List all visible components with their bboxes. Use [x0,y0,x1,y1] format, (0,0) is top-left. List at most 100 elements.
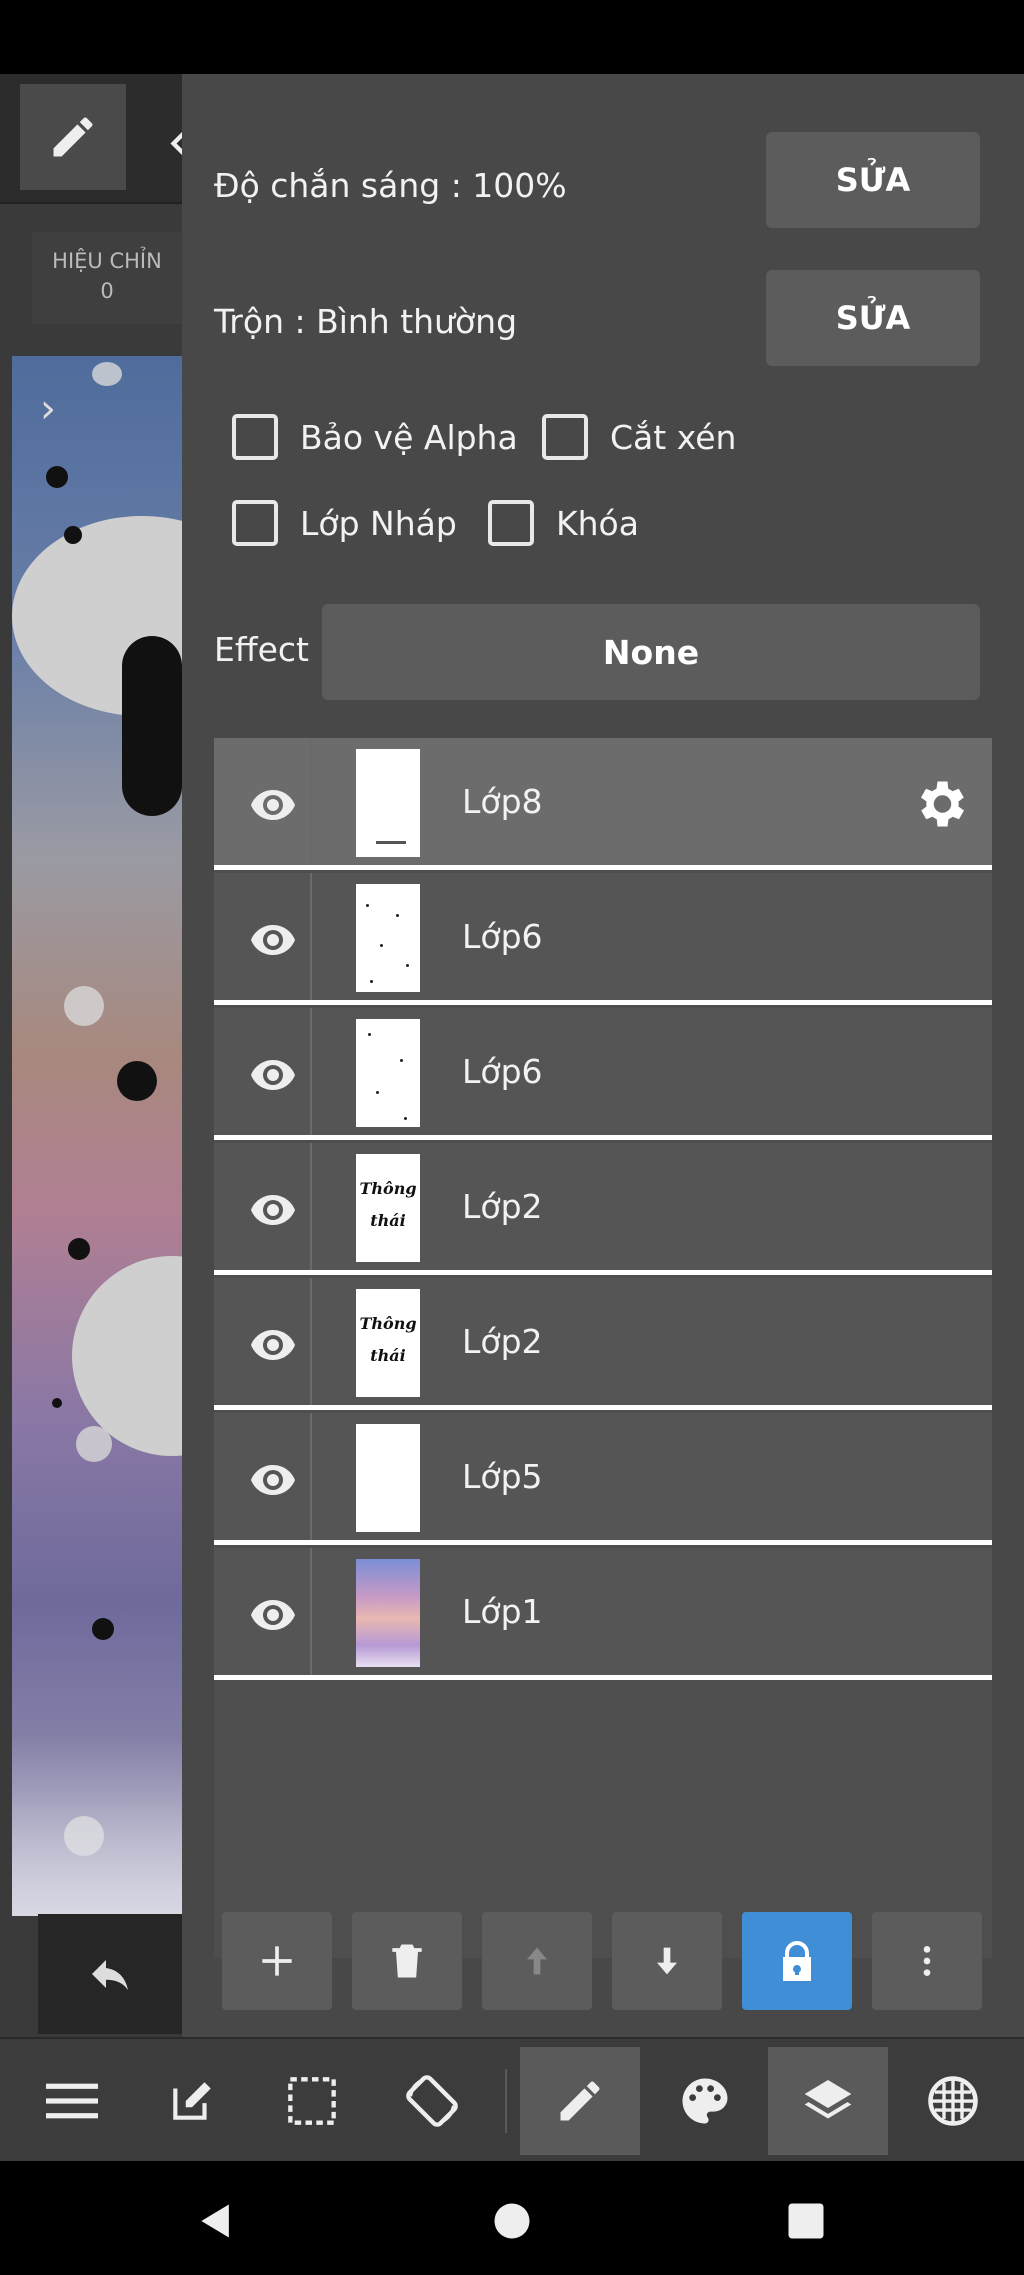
color-palette-button[interactable] [645,2047,765,2155]
visibility-toggle[interactable] [232,1451,314,1507]
visibility-toggle[interactable] [232,911,314,967]
artwork-dot [46,466,68,488]
eye-icon [251,1060,295,1090]
arrow-up-icon [527,1947,547,1975]
layer-thumbnail: Thông thái [356,1154,420,1262]
undo-icon [92,1960,128,1990]
layer-panel: Độ chắn sáng : 100% SỬA Trộn : Bình thườ… [182,74,1024,2037]
row-divider [310,1278,312,1405]
more-vert-icon [923,1946,931,1976]
back-button[interactable] [186,2191,246,2251]
row-divider [310,1548,312,1675]
trash-icon [392,1944,422,1978]
artwork-clouds [12,1736,182,1916]
add-layer-button[interactable] [222,1912,332,2010]
main-toolbar [0,2037,1024,2161]
pen-tool-button[interactable] [20,84,126,190]
thumb-dot [380,944,383,947]
protect-alpha-checkbox[interactable]: Bảo vệ Alpha [232,414,518,460]
thumb-text: Thông [359,1179,417,1198]
eye-icon [251,1465,295,1495]
checkbox-icon [232,414,278,460]
move-layer-down-button[interactable] [612,1912,722,2010]
layer-row[interactable]: Lớp1 [214,1548,992,1680]
edit-blend-button[interactable]: SỬA [766,270,980,366]
chevron-right-icon[interactable]: › [40,386,56,432]
layer-thumbnail: Thông thái [356,1289,420,1397]
layer-name: Lớp8 [462,782,543,821]
artwork-shape [122,636,182,816]
recents-icon [788,2203,824,2239]
tool-strip [0,74,214,204]
layer-row[interactable]: Lớp6 [214,873,992,1005]
layers-button[interactable] [768,2047,888,2155]
opacity-label: Độ chắn sáng : 100% [214,166,567,205]
clipping-checkbox[interactable]: Cắt xén [542,414,736,460]
layer-thumbnail [356,1019,420,1127]
protect-alpha-label: Bảo vệ Alpha [300,417,518,457]
lock-checkbox[interactable]: Khóa [488,500,639,546]
thumb-dot [370,980,373,983]
row-divider [310,1413,312,1540]
undo-button[interactable] [38,1914,182,2034]
canvas-area[interactable]: HIỆU CHỈN 0 › [0,74,214,2037]
correction-indicator[interactable]: HIỆU CHỈN 0 [32,232,182,324]
row-divider [310,1143,312,1270]
lock-layer-button[interactable] [742,1912,852,2010]
layer-actions-bar [222,1912,982,2010]
layer-row[interactable]: Lớp5 [214,1413,992,1545]
artwork-canvas[interactable]: › [12,356,182,1916]
recents-button[interactable] [776,2191,836,2251]
row-divider [310,873,312,1000]
grid-button[interactable] [893,2047,1013,2155]
edit-opacity-button[interactable]: SỬA [766,132,980,228]
visibility-toggle[interactable] [232,776,314,832]
effect-button[interactable]: None [322,604,980,700]
layer-row[interactable]: Lớp8 [214,738,992,870]
visibility-toggle[interactable] [232,1046,314,1102]
checkbox-icon [232,500,278,546]
visibility-toggle[interactable] [232,1316,314,1372]
edit-button[interactable] [132,2047,252,2155]
checkbox-icon [542,414,588,460]
rotate-canvas-button[interactable] [372,2047,492,2155]
selection-button[interactable] [252,2047,372,2155]
layer-list: Lớp8 Lớp6 Lớp6 Thông thái Lớp2 Thông thá… [214,738,992,1958]
layer-name: Lớp5 [462,1457,543,1496]
thumb-dot [404,1117,407,1120]
eye-icon [251,1330,295,1360]
home-icon [494,2203,530,2239]
artwork-dot [92,1618,114,1640]
thumb-dot [366,904,369,907]
delete-layer-button[interactable] [352,1912,462,2010]
more-options-button[interactable] [872,1912,982,2010]
grid-icon [928,2076,978,2126]
move-layer-up-button[interactable] [482,1912,592,2010]
artwork-dot [64,986,104,1026]
correction-label: HIỆU CHỈN [52,249,162,273]
palette-icon [682,2078,728,2124]
arrow-down-icon [657,1947,677,1975]
artwork-dot [68,1238,90,1260]
brush-tool-button[interactable] [520,2047,640,2155]
layer-row[interactable]: Lớp6 [214,1008,992,1140]
effect-label: Effect [214,630,309,669]
thumb-mark [376,841,406,844]
thumb-dot [396,914,399,917]
draft-layer-checkbox[interactable]: Lớp Nháp [232,500,457,546]
lock-label: Khóa [556,503,639,543]
gear-icon[interactable] [910,774,970,834]
home-button[interactable] [482,2191,542,2251]
artwork-dot [92,362,122,386]
layer-row[interactable]: Thông thái Lớp2 [214,1278,992,1410]
menu-button[interactable] [12,2047,132,2155]
row-divider [310,1008,312,1135]
layer-thumbnail [356,1559,420,1667]
checkbox-icon [488,500,534,546]
visibility-toggle[interactable] [232,1586,314,1642]
layer-row[interactable]: Thông thái Lớp2 [214,1143,992,1275]
layer-name: Lớp2 [462,1187,543,1226]
thumb-text: thái [370,1211,406,1230]
visibility-toggle[interactable] [232,1181,314,1237]
artwork-dot [64,526,82,544]
